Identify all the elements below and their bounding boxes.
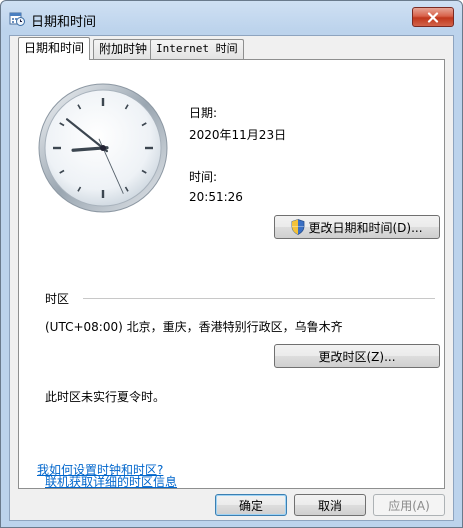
uac-shield-icon [292,219,305,235]
window-title: 日期和时间 [31,15,97,30]
date-time-dialog: 日期和时间 日期和时间 附加时钟 Internet 时间 日期: 2020年11… [0,0,463,528]
date-label: 日期: [189,106,218,120]
time-value: 20:51:26 [189,190,243,204]
title-bar[interactable]: 日期和时间 [1,1,462,35]
calendar-clock-icon [9,12,25,26]
tab-additional-clocks[interactable]: 附加时钟 [93,39,154,59]
timezone-value: (UTC+08:00) 北京，重庆，香港特别行政区，乌鲁木齐 [45,320,343,334]
change-date-time-button[interactable]: 更改日期和时间(D)... [274,215,440,239]
time-label: 时间: [189,170,218,184]
cancel-button[interactable]: 取消 [294,494,366,516]
change-timezone-button[interactable]: 更改时区(Z)... [274,344,440,368]
close-button[interactable] [412,7,454,27]
timezone-heading: 时区 [45,292,70,306]
change-date-time-label: 更改日期和时间(D)... [308,220,423,235]
dialog-client: 日期和时间 附加时钟 Internet 时间 日期: 2020年11月23日 时… [9,35,454,521]
tab-date-time[interactable]: 日期和时间 [18,37,91,60]
close-icon [427,11,439,23]
apply-button[interactable]: 应用(A) [373,494,445,516]
tab-panel-date-time: 日期: 2020年11月23日 时间: 20:51:26 更改日期和时间(D).… [18,59,445,489]
how-to-set-clock-link[interactable]: 我如何设置时钟和时区? [37,461,163,478]
analog-clock [38,83,168,213]
tab-internet-time[interactable]: Internet 时间 [150,39,244,59]
date-value: 2020年11月23日 [189,128,287,142]
clock-center [100,145,106,151]
timezone-divider [83,298,435,299]
dst-note: 此时区未实行夏令时。 [45,390,166,404]
ok-button[interactable]: 确定 [215,494,287,516]
